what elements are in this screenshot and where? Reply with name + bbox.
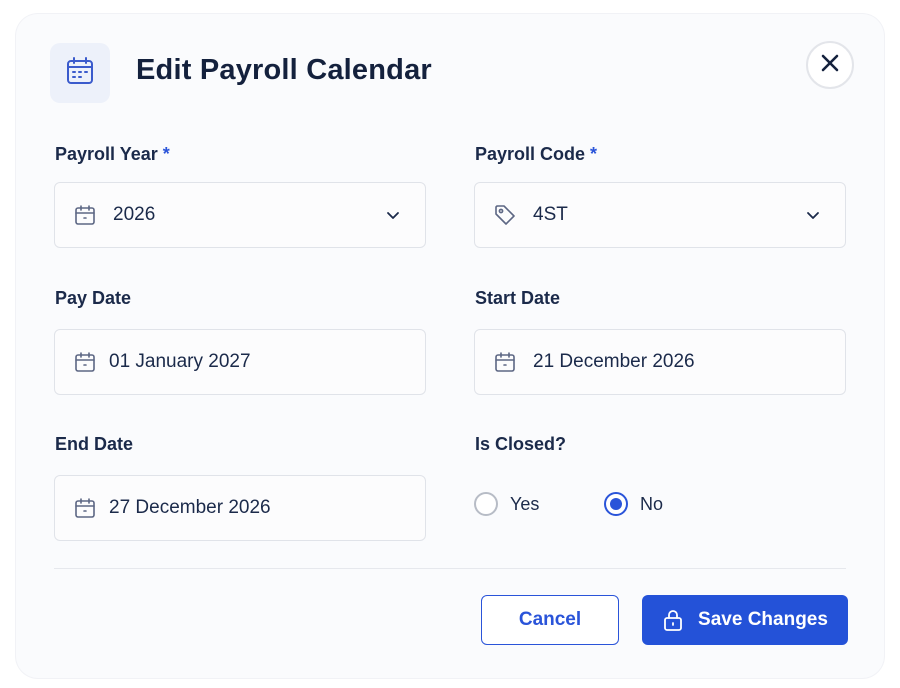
calendar-icon [73,350,97,374]
pay-date-label: Pay Date [55,288,132,308]
radio-yes[interactable] [474,492,498,516]
payroll-code-select[interactable]: 4ST [474,182,846,248]
is-closed-no-option[interactable]: No [604,492,663,516]
radio-yes-label: Yes [510,493,540,514]
save-changes-label: Save Changes [698,609,828,630]
radio-no[interactable] [604,492,628,516]
payroll-year-label-text: Payroll Year [55,144,158,164]
save-changes-button[interactable]: Save Changes [642,595,848,645]
dialog-title: Edit Payroll Calendar [136,54,432,86]
payroll-code-value: 4ST [533,204,568,225]
end-date-label: End Date [55,434,134,454]
payroll-year-select[interactable]: 2026 [54,182,426,248]
calendar-icon [73,203,97,227]
payroll-year-label: Payroll Year * [55,144,170,165]
radio-no-label: No [640,493,664,514]
chevron-down-icon [801,203,825,227]
start-date-value: 21 December 2026 [533,351,695,372]
calendar-icon [73,496,97,520]
tag-icon [493,203,517,227]
close-button[interactable] [806,41,854,89]
calendar-icon [64,55,96,92]
is-closed-yes-option[interactable]: Yes [474,492,539,516]
start-date-field[interactable]: 21 December 2026 [474,329,846,395]
end-date-field[interactable]: 27 December 2026 [54,475,426,541]
header-icon-container [50,43,110,103]
calendar-icon [493,350,517,374]
pay-date-field[interactable]: 01 January 2027 [54,329,426,395]
chevron-down-icon [381,203,405,227]
payroll-code-label: Payroll Code * [475,144,597,165]
edit-payroll-calendar-dialog: Edit Payroll Calendar Payroll Year * 2026 [16,14,884,678]
payroll-year-value: 2026 [113,204,156,225]
cancel-button[interactable]: Cancel [481,595,619,645]
is-closed-label: Is Closed? [475,434,567,454]
end-date-value: 27 December 2026 [109,497,271,518]
required-mark: * [162,144,170,164]
close-icon [820,53,840,78]
lock-icon [662,608,684,632]
required-mark: * [590,144,598,164]
payroll-code-label-text: Payroll Code [475,144,586,164]
radio-selected-dot [610,498,622,510]
footer-divider [54,568,846,569]
pay-date-value: 01 January 2027 [109,351,251,372]
start-date-label: Start Date [475,288,561,308]
